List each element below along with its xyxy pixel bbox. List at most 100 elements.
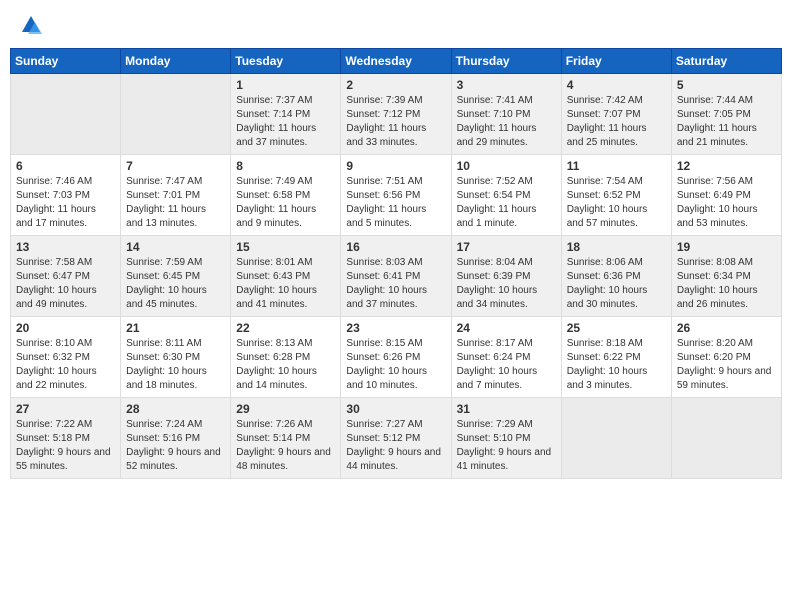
calendar-week-row: 20 Sunrise: 8:10 AM Sunset: 6:32 PM Dayli… (11, 317, 782, 398)
day-info: Sunrise: 7:49 AM Sunset: 6:58 PM Dayligh… (236, 175, 335, 231)
day-info: Sunrise: 8:15 AM Sunset: 6:26 PM Dayligh… (346, 337, 445, 393)
day-number: 16 (346, 240, 445, 254)
calendar-day-cell: 24Sunrise: 8:17 AM Sunset: 6:24 PM Dayli… (451, 317, 561, 398)
day-info: Sunrise: 7:46 AM Sunset: 7:03 PM Dayligh… (16, 175, 115, 231)
calendar-day-cell: 19Sunrise: 8:08 AM Sunset: 6:34 PM Dayli… (671, 236, 781, 317)
calendar-day-cell: 25Sunrise: 8:18 AM Sunset: 6:22 PM Dayli… (561, 317, 671, 398)
calendar-day-cell: 6 Sunrise: 7:46 AM Sunset: 7:03 PM Daylig… (11, 155, 121, 236)
calendar-day-cell: 2 Sunrise: 7:39 AM Sunset: 7:12 PM Daylig… (341, 74, 451, 155)
day-info: Sunrise: 8:10 AM Sunset: 6:32 PM Dayligh… (16, 337, 115, 393)
calendar-week-row: 27Sunrise: 7:22 AM Sunset: 5:18 PM Dayli… (11, 398, 782, 479)
day-number: 26 (677, 321, 776, 335)
day-number: 18 (567, 240, 666, 254)
day-info: Sunrise: 8:20 AM Sunset: 6:20 PM Dayligh… (677, 337, 776, 393)
calendar-table: SundayMondayTuesdayWednesdayThursdayFrid… (10, 48, 782, 479)
calendar-week-row: 1 Sunrise: 7:37 AM Sunset: 7:14 PM Daylig… (11, 74, 782, 155)
day-info: Sunrise: 7:54 AM Sunset: 6:52 PM Dayligh… (567, 175, 666, 231)
weekday-header-friday: Friday (561, 49, 671, 74)
calendar-day-cell: 4Sunrise: 7:42 AM Sunset: 7:07 PM Daylig… (561, 74, 671, 155)
calendar-day-cell: 12 Sunrise: 7:56 AM Sunset: 6:49 PM Dayli… (671, 155, 781, 236)
day-info: Sunrise: 7:27 AM Sunset: 5:12 PM Dayligh… (346, 418, 445, 474)
day-info: Sunrise: 8:08 AM Sunset: 6:34 PM Dayligh… (677, 256, 776, 312)
page-header (10, 10, 782, 40)
calendar-day-cell: 13Sunrise: 7:58 AM Sunset: 6:47 PM Dayli… (11, 236, 121, 317)
day-number: 23 (346, 321, 445, 335)
weekday-header-thursday: Thursday (451, 49, 561, 74)
day-info: Sunrise: 7:39 AM Sunset: 7:12 PM Dayligh… (346, 94, 445, 150)
calendar-week-row: 6 Sunrise: 7:46 AM Sunset: 7:03 PM Daylig… (11, 155, 782, 236)
calendar-day-cell: 9Sunrise: 7:51 AM Sunset: 6:56 PM Daylig… (341, 155, 451, 236)
day-number: 24 (457, 321, 556, 335)
calendar-day-cell: 1 Sunrise: 7:37 AM Sunset: 7:14 PM Daylig… (231, 74, 341, 155)
calendar-week-row: 13Sunrise: 7:58 AM Sunset: 6:47 PM Dayli… (11, 236, 782, 317)
day-info: Sunrise: 7:56 AM Sunset: 6:49 PM Dayligh… (677, 175, 776, 231)
day-info: Sunrise: 8:01 AM Sunset: 6:43 PM Dayligh… (236, 256, 335, 312)
weekday-header-wednesday: Wednesday (341, 49, 451, 74)
weekday-header-monday: Monday (121, 49, 231, 74)
logo-icon (20, 14, 42, 36)
calendar-day-cell (11, 74, 121, 155)
day-info: Sunrise: 7:22 AM Sunset: 5:18 PM Dayligh… (16, 418, 115, 474)
calendar-day-cell: 15 Sunrise: 8:01 AM Sunset: 6:43 PM Dayli… (231, 236, 341, 317)
calendar-day-cell: 3 Sunrise: 7:41 AM Sunset: 7:10 PM Daylig… (451, 74, 561, 155)
calendar-day-cell: 7 Sunrise: 7:47 AM Sunset: 7:01 PM Daylig… (121, 155, 231, 236)
day-info: Sunrise: 7:29 AM Sunset: 5:10 PM Dayligh… (457, 418, 556, 474)
day-number: 7 (126, 159, 225, 173)
day-number: 1 (236, 78, 335, 92)
calendar-day-cell: 23 Sunrise: 8:15 AM Sunset: 6:26 PM Dayli… (341, 317, 451, 398)
day-number: 2 (346, 78, 445, 92)
calendar-day-cell: 28 Sunrise: 7:24 AM Sunset: 5:16 PM Dayli… (121, 398, 231, 479)
day-number: 29 (236, 402, 335, 416)
calendar-day-cell (561, 398, 671, 479)
day-number: 31 (457, 402, 556, 416)
calendar-day-cell: 31 Sunrise: 7:29 AM Sunset: 5:10 PM Dayli… (451, 398, 561, 479)
logo (18, 14, 42, 36)
day-info: Sunrise: 7:58 AM Sunset: 6:47 PM Dayligh… (16, 256, 115, 312)
calendar-day-cell: 17 Sunrise: 8:04 AM Sunset: 6:39 PM Dayli… (451, 236, 561, 317)
day-info: Sunrise: 8:11 AM Sunset: 6:30 PM Dayligh… (126, 337, 225, 393)
day-number: 12 (677, 159, 776, 173)
calendar-day-cell: 18 Sunrise: 8:06 AM Sunset: 6:36 PM Dayli… (561, 236, 671, 317)
day-number: 8 (236, 159, 335, 173)
calendar-day-cell: 21 Sunrise: 8:11 AM Sunset: 6:30 PM Dayli… (121, 317, 231, 398)
calendar-day-cell: 14 Sunrise: 7:59 AM Sunset: 6:45 PM Dayli… (121, 236, 231, 317)
day-info: Sunrise: 7:41 AM Sunset: 7:10 PM Dayligh… (457, 94, 556, 150)
day-number: 25 (567, 321, 666, 335)
day-number: 20 (16, 321, 115, 335)
day-info: Sunrise: 7:47 AM Sunset: 7:01 PM Dayligh… (126, 175, 225, 231)
day-info: Sunrise: 7:42 AM Sunset: 7:07 PM Dayligh… (567, 94, 666, 150)
day-number: 30 (346, 402, 445, 416)
day-number: 6 (16, 159, 115, 173)
day-info: Sunrise: 7:44 AM Sunset: 7:05 PM Dayligh… (677, 94, 776, 150)
weekday-header-sunday: Sunday (11, 49, 121, 74)
calendar-day-cell: 5 Sunrise: 7:44 AM Sunset: 7:05 PM Daylig… (671, 74, 781, 155)
day-number: 28 (126, 402, 225, 416)
day-info: Sunrise: 7:24 AM Sunset: 5:16 PM Dayligh… (126, 418, 225, 474)
day-number: 17 (457, 240, 556, 254)
day-info: Sunrise: 8:03 AM Sunset: 6:41 PM Dayligh… (346, 256, 445, 312)
day-info: Sunrise: 8:06 AM Sunset: 6:36 PM Dayligh… (567, 256, 666, 312)
day-number: 5 (677, 78, 776, 92)
calendar-day-cell: 30 Sunrise: 7:27 AM Sunset: 5:12 PM Dayli… (341, 398, 451, 479)
calendar-day-cell (671, 398, 781, 479)
day-number: 21 (126, 321, 225, 335)
day-info: Sunrise: 8:04 AM Sunset: 6:39 PM Dayligh… (457, 256, 556, 312)
day-number: 10 (457, 159, 556, 173)
calendar-day-cell: 20 Sunrise: 8:10 AM Sunset: 6:32 PM Dayli… (11, 317, 121, 398)
day-info: Sunrise: 8:13 AM Sunset: 6:28 PM Dayligh… (236, 337, 335, 393)
day-number: 11 (567, 159, 666, 173)
calendar-day-cell: 29Sunrise: 7:26 AM Sunset: 5:14 PM Dayli… (231, 398, 341, 479)
day-number: 14 (126, 240, 225, 254)
day-number: 15 (236, 240, 335, 254)
day-info: Sunrise: 7:52 AM Sunset: 6:54 PM Dayligh… (457, 175, 556, 231)
weekday-header-row: SundayMondayTuesdayWednesdayThursdayFrid… (11, 49, 782, 74)
weekday-header-saturday: Saturday (671, 49, 781, 74)
calendar-day-cell: 8 Sunrise: 7:49 AM Sunset: 6:58 PM Daylig… (231, 155, 341, 236)
day-info: Sunrise: 7:59 AM Sunset: 6:45 PM Dayligh… (126, 256, 225, 312)
calendar-day-cell: 11 Sunrise: 7:54 AM Sunset: 6:52 PM Dayli… (561, 155, 671, 236)
calendar-day-cell: 16 Sunrise: 8:03 AM Sunset: 6:41 PM Dayli… (341, 236, 451, 317)
calendar-day-cell: 22Sunrise: 8:13 AM Sunset: 6:28 PM Dayli… (231, 317, 341, 398)
day-number: 3 (457, 78, 556, 92)
day-info: Sunrise: 7:37 AM Sunset: 7:14 PM Dayligh… (236, 94, 335, 150)
weekday-header-tuesday: Tuesday (231, 49, 341, 74)
